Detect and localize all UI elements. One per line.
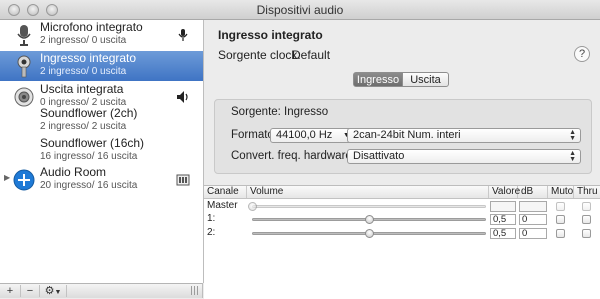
device-item-soundflower-16ch[interactable]: Soundflower (16ch) 16 ingresso/ 16 uscit… (0, 136, 203, 166)
chevron-down-icon: ▼ (54, 289, 62, 296)
gear-icon: ⚙ (44, 285, 55, 297)
hw-conversion-label: Convert. freq. hardware: (231, 150, 356, 162)
channel-volume-table: Canale Volume Valore dB Muto Thru Master… (204, 185, 600, 299)
col-header-volume[interactable]: Volume (247, 186, 489, 198)
hw-conversion-value: Disattivato (353, 150, 405, 162)
device-name: Soundflower (2ch) (40, 106, 138, 120)
gear-menu-button[interactable]: ⚙▼ (40, 285, 67, 297)
clock-source-label: Sorgente clock: (218, 48, 301, 62)
channel-2-volume-knob[interactable] (364, 229, 374, 238)
sample-rate-value: 44100,0 Hz (276, 129, 333, 141)
channel-1-thru-checkbox[interactable] (582, 215, 591, 224)
master-volume-slider (252, 205, 486, 208)
device-channels: 2 ingresso/ 0 uscita (40, 35, 127, 46)
volume-icon (176, 90, 190, 104)
device-channels: 2 ingresso/ 2 uscita (40, 121, 127, 132)
channel-label: Master (207, 200, 238, 211)
updown-arrows-icon: ▲ ▼ (569, 150, 576, 163)
source-value: Ingresso (284, 106, 329, 118)
tab-ingresso[interactable]: Ingresso (353, 72, 403, 87)
channel-2-value-field[interactable]: 0,5 (490, 228, 516, 239)
master-value-field (490, 201, 516, 212)
device-item-audio-room[interactable]: ▶ Audio Room 20 ingresso/ 16 uscita (0, 165, 203, 195)
device-list[interactable]: Microfono integrato 2 ingresso/ 0 uscita… (0, 20, 204, 283)
device-item-microfono-integrato[interactable]: Microfono integrato 2 ingresso/ 0 uscita (0, 20, 203, 50)
device-name: Uscita integrata (40, 82, 124, 96)
table-header: Canale Volume Valore dB Muto Thru (204, 186, 600, 199)
channel-1-mute-checkbox[interactable] (556, 215, 565, 224)
microphone-icon (176, 28, 190, 42)
help-button[interactable]: ? (574, 46, 590, 62)
audio-devices-window: Dispositivi audio Microfono integrato 2 … (0, 0, 600, 299)
bit-format-select[interactable]: 2can-24bit Num. interi ▲ ▼ (347, 128, 581, 143)
add-device-icon (13, 168, 35, 192)
master-db-field (519, 201, 547, 212)
add-device-button[interactable]: + (0, 285, 21, 297)
title-bar: Dispositivi audio (0, 0, 600, 20)
device-title: Ingresso integrato (218, 28, 323, 42)
device-name: Microfono integrato (40, 20, 143, 34)
channel-1-value-field[interactable]: 0,5 (490, 214, 516, 225)
clock-source-value: Default (292, 48, 331, 62)
input-jack-icon (13, 54, 35, 78)
window-title: Dispositivi audio (256, 3, 344, 17)
device-channels: 2 ingresso/ 0 uscita (40, 66, 127, 77)
aggregate-icon (176, 173, 190, 187)
resize-grip-icon[interactable] (191, 286, 199, 295)
tab-uscita[interactable]: Uscita (402, 72, 449, 87)
hw-conversion-select[interactable]: Disattivato ▲ ▼ (347, 149, 581, 164)
disclosure-triangle-icon[interactable]: ▶ (4, 173, 10, 182)
channel-1-volume-knob[interactable] (364, 215, 374, 224)
device-name: Ingresso integrato (40, 51, 137, 65)
device-item-soundflower-2ch[interactable]: Soundflower (2ch) 2 ingresso/ 2 uscita (0, 106, 203, 136)
col-header-valore[interactable]: Valore (489, 186, 520, 198)
channel-2-thru-checkbox[interactable] (582, 229, 591, 238)
device-detail-panel: Ingresso integrato Sorgente clock: Defau… (204, 20, 600, 299)
format-settings-group: Sorgente: Ingresso Formato: 44100,0 Hz ▼… (214, 99, 592, 174)
sample-rate-combo[interactable]: 44100,0 Hz (270, 128, 341, 143)
device-name: Soundflower (16ch) (40, 136, 145, 150)
col-header-muto[interactable]: Muto (548, 186, 574, 198)
remove-device-button[interactable]: − (21, 285, 40, 297)
device-item-ingresso-integrato[interactable]: Ingresso integrato 2 ingresso/ 0 uscita (0, 51, 203, 81)
master-mute-checkbox (556, 202, 565, 211)
device-channels: 20 ingresso/ 16 uscita (40, 180, 138, 191)
master-volume-knob (248, 202, 257, 211)
channel-label: 1: (207, 213, 216, 224)
col-header-thru[interactable]: Thru (574, 186, 600, 198)
source-label: Sorgente: (231, 106, 281, 118)
col-header-canale[interactable]: Canale (204, 186, 247, 198)
device-channels: 16 ingresso/ 16 uscita (40, 151, 138, 162)
master-thru-checkbox (582, 202, 591, 211)
updown-arrows-icon: ▲ ▼ (569, 129, 576, 142)
bit-format-value: 2can-24bit Num. interi (353, 129, 461, 141)
channel-1-db-field[interactable]: 0 (519, 214, 547, 225)
device-name: Audio Room (40, 165, 107, 179)
channel-2-db-field[interactable]: 0 (519, 228, 547, 239)
sidebar-toolbar: + − ⚙▼ (0, 283, 203, 298)
col-header-db[interactable]: dB (518, 186, 548, 198)
microphone-icon (13, 23, 35, 47)
channel-label: 2: (207, 227, 216, 238)
channel-2-mute-checkbox[interactable] (556, 229, 565, 238)
